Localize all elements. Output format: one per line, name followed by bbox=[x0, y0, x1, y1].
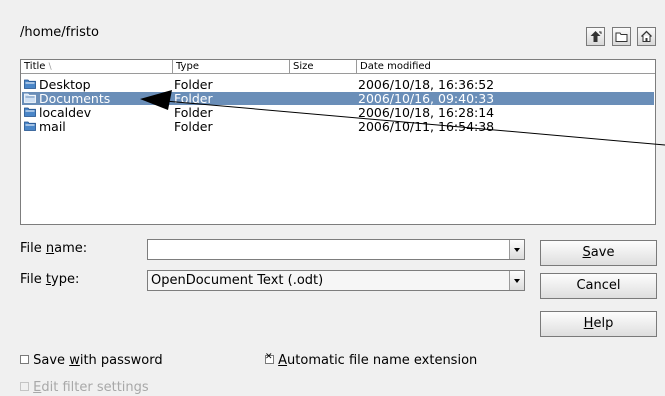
file-list[interactable]: Title \ Type Size Date modified Desktop … bbox=[20, 59, 656, 225]
help-button[interactable]: Help bbox=[540, 311, 657, 337]
column-title-label: Title bbox=[24, 61, 46, 72]
edit-filter-settings-option: Edit filter settings bbox=[20, 380, 149, 395]
file-date: 2006/10/16, 09:40:33 bbox=[358, 91, 495, 106]
column-header-date[interactable]: Date modified bbox=[357, 60, 655, 74]
file-type: Folder bbox=[174, 77, 213, 92]
file-type: Folder bbox=[174, 91, 213, 106]
automatic-extension-checkbox[interactable] bbox=[265, 352, 274, 364]
file-date: 2006/10/18, 16:28:14 bbox=[358, 105, 495, 120]
home-folder-icon bbox=[641, 30, 652, 42]
file-name: Desktop bbox=[39, 77, 91, 92]
file-row-documents[interactable]: Documents Folder 2006/10/16, 09:40:33 bbox=[22, 92, 654, 105]
edit-filter-settings-checkbox bbox=[20, 382, 29, 391]
file-name: localdev bbox=[39, 105, 92, 120]
new-folder-icon bbox=[615, 32, 628, 42]
up-folder-button[interactable] bbox=[586, 27, 605, 46]
folder-icon bbox=[24, 93, 36, 103]
column-header-size[interactable]: Size bbox=[290, 60, 357, 74]
file-name-combobox[interactable] bbox=[147, 239, 525, 260]
automatic-extension-option[interactable]: Automatic file name extension bbox=[265, 352, 477, 368]
column-size-label: Size bbox=[293, 61, 314, 72]
home-folder-button[interactable] bbox=[637, 27, 656, 46]
folder-icon bbox=[24, 107, 36, 117]
file-type: Folder bbox=[174, 119, 213, 134]
column-header-title[interactable]: Title \ bbox=[21, 60, 173, 74]
column-type-label: Type bbox=[176, 61, 199, 72]
column-date-label: Date modified bbox=[360, 61, 431, 72]
column-header-type[interactable]: Type bbox=[173, 60, 290, 74]
file-name-dropdown-arrow[interactable] bbox=[509, 240, 524, 259]
new-folder-button[interactable] bbox=[612, 27, 631, 46]
folder-icon bbox=[24, 121, 36, 131]
file-name: mail bbox=[39, 119, 66, 134]
file-type-label: File type: bbox=[20, 272, 80, 287]
file-type-select[interactable]: OpenDocument Text (.odt) bbox=[147, 270, 525, 291]
file-type-value: OpenDocument Text (.odt) bbox=[151, 273, 324, 288]
save-with-password-option[interactable]: Save with password bbox=[20, 353, 163, 368]
cancel-button[interactable]: Cancel bbox=[540, 273, 657, 299]
file-date: 2006/10/18, 16:36:52 bbox=[358, 77, 495, 92]
file-name-label: File name: bbox=[20, 241, 88, 256]
file-type: Folder bbox=[174, 105, 213, 120]
folder-icon bbox=[24, 79, 36, 89]
file-row-localdev[interactable]: localdev Folder 2006/10/18, 16:28:14 bbox=[22, 106, 654, 119]
file-type-dropdown-arrow[interactable] bbox=[509, 271, 524, 290]
sort-ascending-icon: \ bbox=[48, 62, 52, 72]
file-name: Documents bbox=[39, 91, 111, 106]
save-with-password-checkbox[interactable] bbox=[20, 355, 29, 364]
save-button[interactable]: Save bbox=[540, 240, 657, 266]
file-row-desktop[interactable]: Desktop Folder 2006/10/18, 16:36:52 bbox=[22, 78, 654, 91]
file-date: 2006/10/11, 16:54:38 bbox=[358, 119, 495, 134]
up-folder-icon bbox=[590, 31, 602, 42]
file-row-mail[interactable]: mail Folder 2006/10/11, 16:54:38 bbox=[22, 120, 654, 133]
path-label: /home/fristo bbox=[20, 25, 99, 40]
